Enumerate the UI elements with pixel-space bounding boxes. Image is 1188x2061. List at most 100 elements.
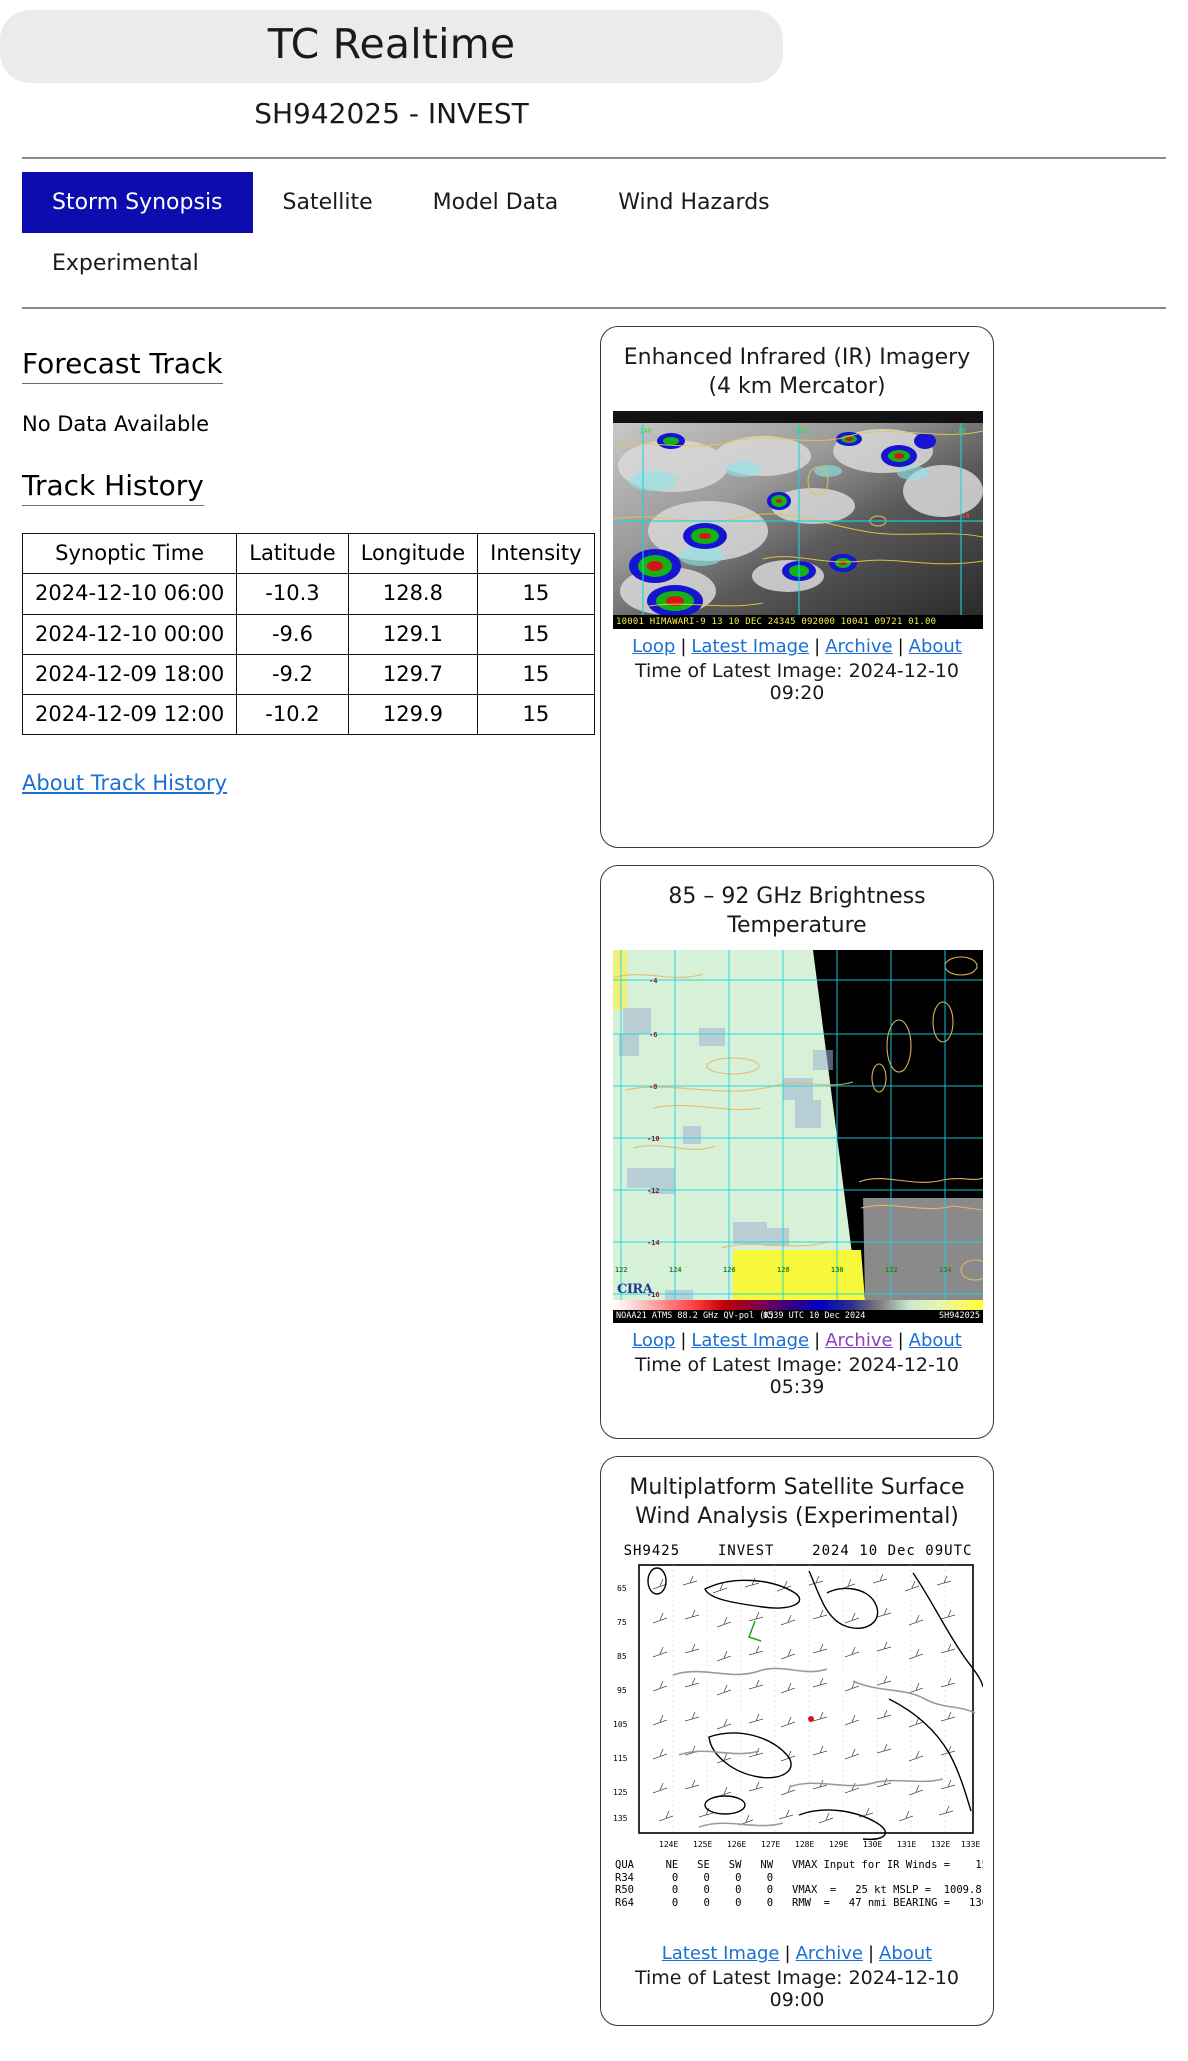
wind-analysis-timestamp: Time of Latest Image: 2024-12-10 09:00 (634, 1967, 959, 2012)
link-separator: | (680, 1330, 687, 1352)
svg-text:95: 95 (617, 1686, 627, 1695)
link-loop[interactable]: Loop (632, 1330, 675, 1351)
cell-longitude: 129.7 (347, 653, 479, 695)
svg-text:-14: -14 (647, 1239, 660, 1247)
svg-text:131E: 131E (897, 1840, 916, 1849)
svg-text:-6: -6 (649, 1031, 657, 1039)
table-header-row: Synoptic Time Latitude Longitude Intensi… (21, 533, 595, 575)
link-separator: | (897, 1330, 904, 1352)
cell-longitude: 128.8 (347, 573, 479, 615)
page-title: TC Realtime (267, 20, 516, 68)
microwave-image-banner: NOAA21 ATMS 88.2 GHz QV-pol (K) 0539 UTC… (613, 1310, 983, 1324)
svg-text:134: 134 (939, 1266, 952, 1274)
card-title-wind-analysis: Multiplatform Satellite Surface Wind Ana… (629, 1475, 965, 1530)
storm-synopsis-panel: Forecast Track No Data Available Track H… (21, 309, 595, 795)
cell-intensity: 15 (477, 693, 595, 736)
svg-text:75: 75 (617, 1618, 627, 1627)
link-archive[interactable]: Archive (825, 636, 892, 657)
svg-text:126E: 126E (727, 1840, 746, 1849)
card-enhanced-ir: Enhanced Infrared (IR) Imagery (4 km Mer… (600, 326, 994, 849)
cell-latitude: -9.6 (236, 613, 349, 655)
cell-latitude: -10.2 (236, 693, 349, 736)
about-track-history-link[interactable]: About Track History (22, 771, 227, 795)
card-title-enhanced-ir: Enhanced Infrared (IR) Imagery (4 km Mer… (623, 345, 971, 400)
cell-longitude: 129.9 (347, 693, 479, 736)
cell-intensity: 15 (477, 573, 595, 615)
svg-text:133E: 133E (961, 1840, 980, 1849)
enhanced-ir-image[interactable]: -140 -130 -20 -10 10001 HIMAWARI-9 13 10… (613, 411, 983, 630)
link-separator: | (814, 1330, 821, 1352)
svg-text:125: 125 (613, 1788, 628, 1797)
microwave-colorbar (613, 1300, 983, 1311)
tab-storm-synopsis[interactable]: Storm Synopsis (22, 172, 253, 234)
microwave-banner-center: 0539 UTC 10 Dec 2024 (763, 1311, 866, 1322)
cell-intensity: 15 (477, 653, 595, 695)
enhanced-ir-links: Loop | Latest Image | Archive | About (613, 636, 981, 657)
wind-plot-header: SH9425 INVEST 2024 10 Dec 09UTC (623, 1543, 973, 1560)
link-loop[interactable]: Loop (632, 636, 675, 657)
svg-text:105: 105 (613, 1720, 628, 1729)
link-archive[interactable]: Archive (825, 1330, 892, 1351)
wind-analysis-image[interactable]: SH9425 INVEST 2024 10 Dec 09UTC 65 75 85… (613, 1541, 983, 1937)
svg-text:126: 126 (723, 1266, 736, 1274)
column-header-synoptic-time: Synoptic Time (21, 533, 238, 575)
cira-watermark: CIRA (617, 1282, 653, 1298)
svg-text:135: 135 (613, 1814, 628, 1823)
card-bottom-spacer (613, 704, 981, 833)
forecast-track-no-data: No Data Available (22, 412, 210, 437)
cell-synoptic-time: 2024-12-09 18:00 (21, 653, 238, 695)
link-latest-image[interactable]: Latest Image (662, 1943, 780, 1964)
microwave-banner-left: NOAA21 ATMS 88.2 GHz QV-pol (K) (616, 1311, 775, 1322)
tab-satellite[interactable]: Satellite (253, 172, 403, 233)
wind-analysis-links: Latest Image | Archive | About (613, 1943, 981, 1964)
svg-text:124E: 124E (659, 1840, 678, 1849)
svg-text:85: 85 (617, 1652, 627, 1661)
card-wind-analysis: Multiplatform Satellite Surface Wind Ana… (600, 1456, 994, 2027)
cell-synoptic-time: 2024-12-09 12:00 (21, 693, 238, 736)
link-about[interactable]: About (909, 1330, 962, 1351)
svg-text:128E: 128E (795, 1840, 814, 1849)
link-about[interactable]: About (909, 636, 962, 657)
svg-text:129E: 129E (829, 1840, 848, 1849)
column-header-longitude: Longitude (347, 533, 479, 575)
microwave-brightness-image[interactable]: -4 -6 -8 -10 -12 -14 -16 122 124 126 128… (613, 950, 983, 1324)
app-header: TC Realtime (0, 10, 783, 83)
tab-experimental[interactable]: Experimental (22, 233, 229, 294)
link-separator: | (867, 1943, 875, 1965)
microwave-banner-right: SH942025 (939, 1311, 980, 1322)
cell-synoptic-time: 2024-12-10 06:00 (21, 573, 238, 615)
wind-footer-line-3: R50 0 0 0 0 VMAX = 25 kt MSLP = 1009.8 h… (615, 1884, 983, 1897)
svg-text:122: 122 (615, 1266, 628, 1274)
link-latest-image[interactable]: Latest Image (691, 1330, 809, 1351)
wind-plot-footer: QUA NE SE SW NW VMAX Input for IR Winds … (613, 1859, 983, 1909)
svg-text:-12: -12 (647, 1187, 660, 1195)
tab-wind-hazards[interactable]: Wind Hazards (588, 172, 799, 233)
header-divider (22, 157, 1166, 159)
table-row: 2024-12-10 06:00 -10.3 128.8 15 (21, 573, 595, 615)
svg-text:-20: -20 (953, 427, 966, 435)
svg-text:128: 128 (777, 1266, 790, 1274)
svg-text:130E: 130E (863, 1840, 882, 1849)
link-archive[interactable]: Archive (796, 1943, 863, 1964)
cell-intensity: 15 (477, 613, 595, 655)
enhanced-ir-timestamp: Time of Latest Image: 2024-12-10 09:20 (634, 660, 959, 705)
imagery-panel: Enhanced Infrared (IR) Imagery (4 km Mer… (600, 309, 994, 2043)
cell-latitude: -10.3 (236, 573, 349, 615)
link-about[interactable]: About (879, 1943, 932, 1964)
microwave-timestamp: Time of Latest Image: 2024-12-10 05:39 (634, 1354, 959, 1399)
card-bottom-spacer (613, 1398, 981, 1424)
track-history-table: Synoptic Time Latitude Longitude Intensi… (21, 533, 595, 736)
link-separator: | (814, 636, 821, 658)
column-header-latitude: Latitude (236, 533, 349, 575)
wind-footer-line-2: R34 0 0 0 0 (615, 1871, 774, 1884)
wind-footer-line-4: R64 0 0 0 0 RMW = 47 nmi BEARING = 130 d… (615, 1896, 983, 1909)
svg-text:65: 65 (617, 1584, 627, 1593)
tab-model-data[interactable]: Model Data (403, 172, 589, 233)
card-title-microwave: 85 – 92 GHz Brightness Temperature (668, 884, 926, 939)
table-row: 2024-12-10 00:00 -9.6 129.1 15 (21, 613, 595, 655)
link-latest-image[interactable]: Latest Image (691, 636, 809, 657)
ir-image-banner: 10001 HIMAWARI-9 13 10 DEC 24345 092000 … (613, 615, 983, 630)
track-history-heading: Track History (22, 468, 204, 507)
svg-text:132: 132 (885, 1266, 898, 1274)
svg-text:130: 130 (831, 1266, 844, 1274)
